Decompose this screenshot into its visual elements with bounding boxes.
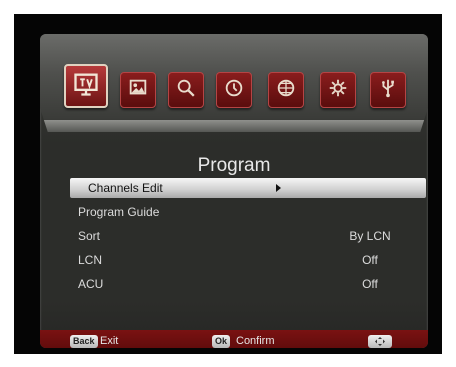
confirm-label: Confirm: [236, 335, 275, 347]
row-value: Off: [362, 277, 378, 291]
clock-icon: [223, 77, 245, 104]
tv-screen: Program Channels Edit Program Guide Sort…: [14, 14, 442, 354]
menu-tab-time[interactable]: [216, 72, 252, 108]
tv-icon: [72, 70, 100, 103]
row-label: Channels Edit: [88, 181, 163, 195]
menu-row-channels-edit[interactable]: Channels Edit: [70, 178, 426, 198]
picture-icon: [127, 77, 149, 104]
menu-tab-language[interactable]: [268, 72, 304, 108]
search-icon: [175, 77, 197, 104]
menu-row-acu[interactable]: ACU Off: [70, 274, 426, 294]
menu-tab-program[interactable]: [64, 64, 108, 108]
menu-tab-system[interactable]: [320, 72, 356, 108]
row-value: Off: [362, 253, 378, 267]
row-label: Program Guide: [78, 205, 160, 219]
menu-tab-usb[interactable]: [370, 72, 406, 108]
menu-row-lcn[interactable]: LCN Off: [70, 250, 426, 270]
page-title: Program: [197, 155, 271, 176]
row-value: By LCN: [349, 229, 391, 243]
gear-icon: [327, 77, 349, 104]
menu-tab-search[interactable]: [168, 72, 204, 108]
ok-key-button[interactable]: Ok: [212, 335, 231, 348]
row-label: ACU: [78, 277, 104, 291]
menu-row-program-guide[interactable]: Program Guide: [70, 202, 426, 222]
dpad-icon: [368, 335, 392, 348]
footer-help-bar: Back Exit Ok Confirm: [40, 330, 428, 348]
row-label: Sort: [78, 229, 101, 243]
menu-tab-picture[interactable]: [120, 72, 156, 108]
menu-row-sort[interactable]: Sort By LCN: [70, 226, 426, 246]
back-key-button[interactable]: Back: [70, 335, 98, 348]
exit-label: Exit: [100, 335, 119, 347]
settings-menu-panel: Program Channels Edit Program Guide Sort…: [40, 34, 428, 348]
submenu-arrow-icon: [276, 184, 281, 192]
globe-icon: [275, 77, 297, 104]
usb-icon: [377, 77, 399, 104]
row-label: LCN: [78, 253, 103, 267]
